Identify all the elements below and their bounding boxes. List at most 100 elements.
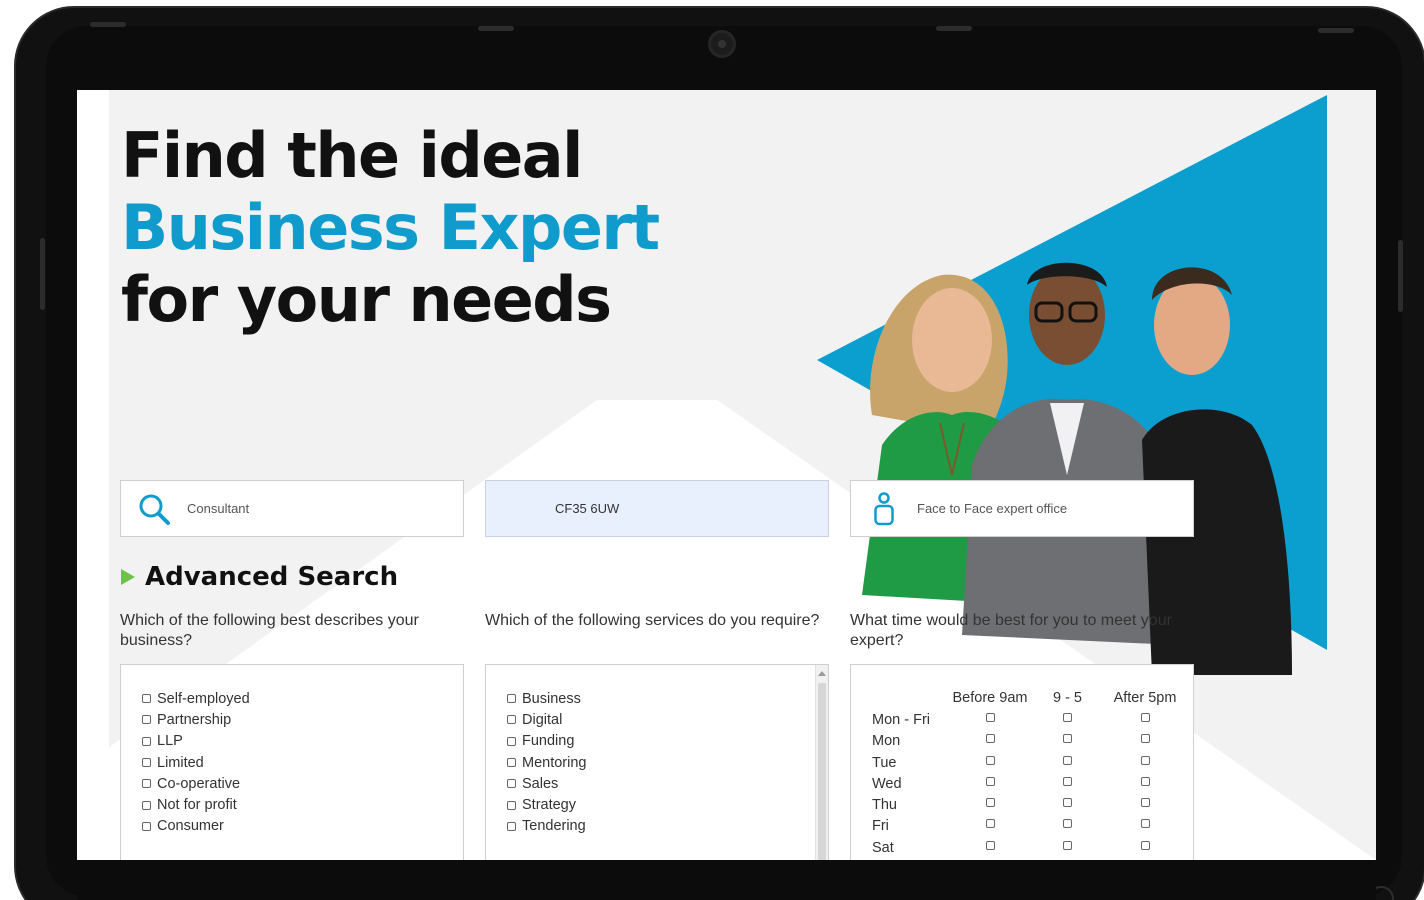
service-option[interactable]: Tendering [507, 816, 828, 837]
checkbox[interactable] [507, 758, 516, 768]
checkbox[interactable] [1063, 713, 1072, 722]
column-header: Before 9am [952, 690, 1028, 706]
checkbox[interactable] [507, 800, 516, 810]
checkbox[interactable] [1140, 755, 1150, 765]
person-icon [851, 480, 917, 537]
day-label: Wed [872, 775, 902, 792]
services-panel: Business Digital Funding Mentoring Sales… [485, 664, 829, 860]
meeting-time-question: What time would be best for you to meet … [850, 612, 1172, 649]
checkbox[interactable] [507, 779, 516, 789]
checkbox[interactable] [142, 715, 151, 725]
option-label: Consumer [157, 818, 224, 835]
business-experts-photo [862, 262, 1292, 675]
time-row: Mon - Fri [872, 708, 1185, 729]
hardware-button [478, 26, 514, 31]
option-label: LLP [157, 733, 183, 750]
checkbox[interactable] [985, 734, 995, 744]
headline-line-2: Business Expert [121, 191, 660, 264]
checkbox[interactable] [1140, 734, 1150, 744]
advanced-search-title: Advanced Search [145, 562, 399, 592]
checkbox[interactable] [985, 755, 995, 765]
checkbox[interactable] [507, 694, 516, 704]
time-row: Thu [872, 793, 1185, 814]
hero-headline: Find the ideal Business Expert for your … [121, 119, 660, 336]
checkbox[interactable] [1140, 798, 1150, 808]
business-type-option[interactable]: Consumer [142, 816, 463, 837]
day-label: Fri [872, 818, 889, 835]
checkbox[interactable] [1140, 713, 1150, 722]
business-type-option[interactable]: Self-employed [142, 688, 463, 709]
business-type-option[interactable]: Not for profit [142, 794, 463, 815]
checkbox[interactable] [1063, 755, 1072, 765]
business-type-panel: Self-employed Partnership LLP Limited Co… [120, 664, 464, 860]
business-type-option[interactable]: Co-operative [142, 773, 463, 794]
time-row: Sat [872, 836, 1185, 857]
scroll-up-icon[interactable] [818, 671, 826, 676]
business-type-option[interactable]: Limited [142, 752, 463, 773]
option-label: Partnership [157, 711, 232, 728]
business-type-question: Which of the following best describes yo… [120, 612, 419, 649]
camera-icon [708, 30, 736, 58]
day-header [872, 686, 950, 708]
service-option[interactable]: Sales [507, 773, 828, 794]
postcode-input[interactable] [555, 501, 828, 516]
column-header: 9 - 5 [1052, 690, 1082, 706]
checkbox[interactable] [1063, 819, 1072, 829]
option-label: Funding [522, 733, 575, 750]
meeting-type-select[interactable] [850, 480, 1194, 537]
checkbox[interactable] [142, 694, 151, 704]
time-row: Mon [872, 729, 1185, 750]
service-option[interactable]: Mentoring [507, 752, 828, 773]
checkbox[interactable] [142, 779, 151, 789]
service-option[interactable]: Strategy [507, 794, 828, 815]
option-label: Not for profit [157, 797, 237, 814]
checkbox[interactable] [507, 736, 516, 746]
checkbox[interactable] [1063, 798, 1072, 808]
headline-line-1: Find the ideal [121, 119, 583, 192]
option-label: Limited [157, 754, 204, 771]
expand-arrow-icon [121, 569, 135, 585]
option-label: Co-operative [157, 775, 241, 792]
checkbox[interactable] [1063, 734, 1072, 744]
scroll-thumb[interactable] [818, 683, 826, 860]
option-label: Sales [522, 775, 559, 792]
business-type-option[interactable]: LLP [142, 731, 463, 752]
checkbox[interactable] [985, 798, 995, 808]
checkbox[interactable] [985, 776, 995, 786]
hardware-button [1318, 28, 1354, 33]
checkbox[interactable] [142, 736, 151, 746]
time-row: Fri [872, 814, 1185, 835]
checkbox[interactable] [1140, 840, 1150, 850]
checkbox[interactable] [507, 821, 516, 831]
checkbox[interactable] [142, 821, 151, 831]
checkbox[interactable] [1063, 776, 1072, 786]
day-label: Mon - Fri [872, 712, 930, 728]
advanced-search-toggle[interactable]: Advanced Search [121, 562, 398, 592]
checkbox[interactable] [985, 713, 995, 722]
services-scrollbar[interactable] [815, 665, 828, 860]
keyword-search[interactable] [120, 480, 464, 537]
checkbox[interactable] [1063, 840, 1072, 850]
postcode-search[interactable] [485, 480, 829, 537]
service-option[interactable]: Digital [507, 709, 828, 730]
headline-line-3: for your needs [121, 263, 612, 336]
option-label: Strategy [522, 797, 576, 814]
hardware-button [90, 22, 126, 27]
checkbox[interactable] [1140, 776, 1150, 786]
checkbox[interactable] [142, 800, 151, 810]
option-label: Self-employed [157, 690, 250, 707]
service-option[interactable]: Business [507, 688, 828, 709]
meeting-type-input[interactable] [917, 501, 1193, 516]
checkbox[interactable] [142, 758, 151, 768]
time-row: Tue [872, 751, 1185, 772]
keyword-input[interactable] [187, 501, 463, 516]
business-type-option[interactable]: Partnership [142, 709, 463, 730]
option-label: Mentoring [522, 754, 587, 771]
checkbox[interactable] [1140, 819, 1150, 829]
side-button [1398, 240, 1403, 312]
checkbox[interactable] [507, 715, 516, 725]
service-option[interactable]: Funding [507, 731, 828, 752]
checkbox[interactable] [985, 819, 995, 829]
search-icon [121, 480, 187, 537]
checkbox[interactable] [985, 840, 995, 850]
